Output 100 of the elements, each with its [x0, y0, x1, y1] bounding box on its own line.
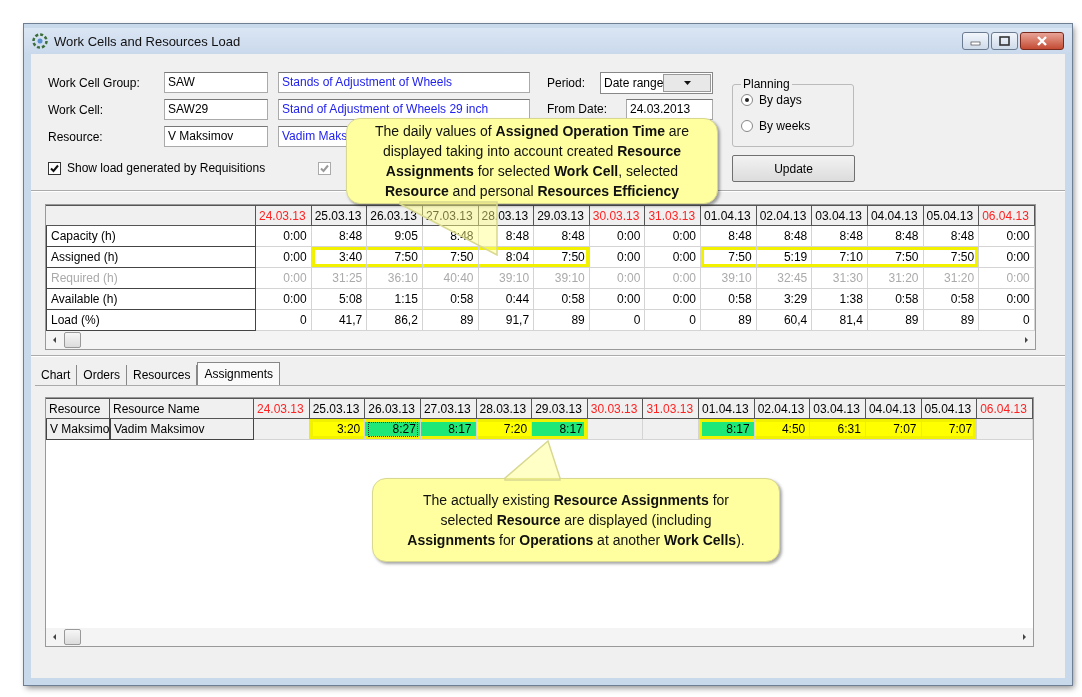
- table-cell: 0:00: [256, 289, 312, 310]
- table-cell: Vadim Maksimov: [110, 419, 254, 440]
- table-cell: 0:00: [256, 268, 312, 289]
- table-cell: 8:17: [699, 419, 755, 440]
- table-cell: 0:00: [645, 247, 701, 268]
- table-cell: 81,4: [812, 310, 868, 331]
- minimize-button[interactable]: [962, 32, 989, 50]
- table-cell: 7:07: [865, 419, 922, 440]
- column-header: 24.03.13: [254, 398, 310, 419]
- close-button[interactable]: [1020, 32, 1064, 50]
- table-cell: 8:27: [365, 419, 421, 440]
- table-cell: 0: [979, 310, 1035, 331]
- field-label: From Date:: [547, 102, 607, 116]
- table-cell: 0: [645, 310, 701, 331]
- name-field[interactable]: Stands of Adjustment of Wheels: [278, 72, 530, 93]
- horizontal-scrollbar[interactable]: [46, 628, 1033, 646]
- table-cell: 0:44: [478, 289, 535, 310]
- table-cell: 36:10: [367, 268, 423, 289]
- radio-button[interactable]: [741, 120, 753, 132]
- table-cell: 0:00: [589, 289, 646, 310]
- scroll-thumb[interactable]: [64, 629, 81, 645]
- dropdown-arrow-icon: [682, 80, 692, 86]
- period-dropdown[interactable]: Date range: [600, 72, 713, 94]
- maximize-icon: [999, 36, 1010, 46]
- table-cell: 0:00: [589, 268, 646, 289]
- column-header: 04.04.13: [867, 205, 924, 226]
- table-cell: 8:48: [534, 226, 590, 247]
- callout-pointer: [504, 439, 561, 481]
- table-cell: 39:10: [701, 268, 757, 289]
- table-cell: 0:00: [589, 247, 646, 268]
- table-cell: 0:00: [979, 289, 1035, 310]
- column-header: 02.04.13: [754, 398, 811, 419]
- table-cell: 0:00: [256, 226, 312, 247]
- code-field[interactable]: SAW29: [164, 99, 268, 120]
- column-header: 03.04.13: [810, 398, 866, 419]
- tab[interactable]: Assignments: [197, 362, 281, 385]
- table-cell: 8:48: [756, 226, 813, 247]
- table-cell: 0: [256, 310, 312, 331]
- column-header: 31.03.13: [643, 398, 699, 419]
- table-cell: 91,7: [478, 310, 535, 331]
- table-cell: 7:50: [534, 247, 590, 268]
- table-cell: 7:50: [867, 247, 924, 268]
- radio-button[interactable]: [741, 94, 753, 106]
- column-header: 03.04.13: [812, 205, 868, 226]
- table-cell: 8:17: [532, 419, 588, 440]
- table-cell: 0:00: [645, 268, 701, 289]
- column-header: 29.03.13: [532, 398, 588, 419]
- table-cell: 0:00: [645, 226, 701, 247]
- maximize-button[interactable]: [991, 32, 1018, 50]
- table-cell: 41,7: [311, 310, 368, 331]
- field-label: Work Cell:: [48, 102, 105, 117]
- code-field[interactable]: SAW: [164, 72, 268, 93]
- table-cell: 89: [701, 310, 757, 331]
- code-field[interactable]: V Maksimov: [164, 126, 268, 147]
- update-button[interactable]: Update: [732, 155, 855, 182]
- table-cell: 0:00: [589, 226, 646, 247]
- table-cell: 89: [422, 310, 479, 331]
- column-header: 25.03.13: [309, 398, 366, 419]
- table-cell: V Maksimo: [46, 419, 110, 440]
- column-header: 26.03.13: [365, 398, 421, 419]
- table-cell: 8:48: [867, 226, 924, 247]
- horizontal-scrollbar[interactable]: [46, 331, 1035, 349]
- close-icon: [1036, 36, 1048, 46]
- checkbox-label: Show load generated by Requisitions: [67, 161, 266, 175]
- table-cell: 7:10: [812, 247, 868, 268]
- table-cell: 8:48: [812, 226, 868, 247]
- window-title: Work Cells and Resources Load: [54, 33, 242, 49]
- table-cell: 60,4: [756, 310, 813, 331]
- table-cell: 7:50: [923, 247, 980, 268]
- table-cell: 8:48: [701, 226, 757, 247]
- table-cell: 7:50: [367, 247, 423, 268]
- table-cell: 7:50: [701, 247, 757, 268]
- table-cell: 0: [589, 310, 646, 331]
- column-header: Resource Name: [110, 398, 254, 419]
- callout: The actually existing Resource Assignments for selected Resource are displayed (including Assignments for Operations at another Work Cells).: [372, 478, 780, 562]
- column-header: 04.04.13: [865, 398, 922, 419]
- column-header: 28.03.13: [476, 398, 533, 419]
- table-cell: 1:15: [367, 289, 423, 310]
- scroll-thumb[interactable]: [64, 332, 81, 348]
- radio-label: By days: [759, 93, 802, 107]
- table-cell: 5:08: [311, 289, 368, 310]
- checkbox[interactable]: [48, 161, 61, 175]
- table-cell: 5:19: [756, 247, 813, 268]
- table-cell: 0:58: [534, 289, 590, 310]
- row-label: Assigned (h): [46, 247, 256, 268]
- table-cell: 0:58: [422, 289, 479, 310]
- date-field[interactable]: 24.03.2013: [626, 98, 713, 120]
- column-header: 06.04.13: [979, 205, 1035, 226]
- name-field[interactable]: Stand of Adjustment of Wheels 29 inch: [278, 99, 530, 120]
- column-header: 26.03.13: [367, 205, 423, 226]
- table-cell: 0:00: [645, 289, 701, 310]
- row-label: Required (h): [46, 268, 256, 289]
- table-cell: 0:00: [979, 268, 1035, 289]
- column-header: 29.03.13: [534, 205, 590, 226]
- row-label: Load (%): [46, 310, 256, 331]
- group-title: Planning: [742, 77, 791, 91]
- column-header: 25.03.13: [311, 205, 368, 226]
- radio-label: By weeks: [759, 119, 811, 133]
- table-cell: 0:58: [923, 289, 980, 310]
- table-cell: 31:20: [923, 268, 980, 289]
